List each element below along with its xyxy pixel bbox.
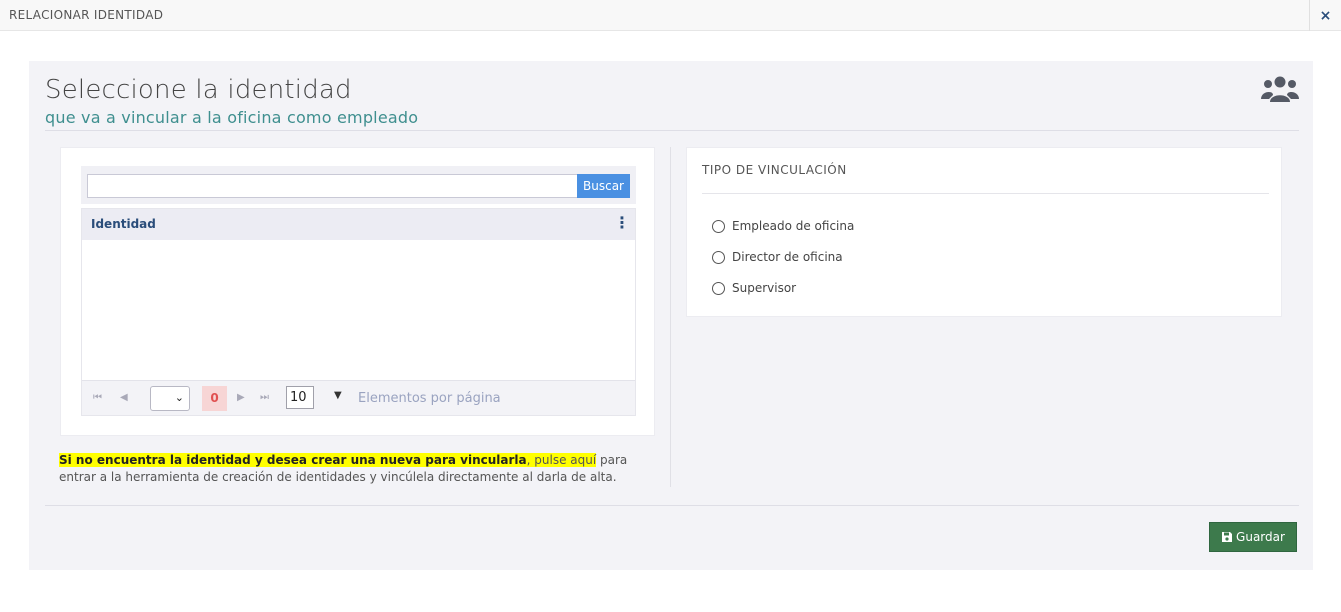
- page-select[interactable]: ⌄: [150, 386, 190, 411]
- search-input[interactable]: [87, 174, 578, 198]
- page-size-value: 10: [286, 386, 314, 409]
- users-icon: [1261, 76, 1299, 102]
- kebab-icon[interactable]: ⋮: [614, 215, 630, 233]
- first-page-icon[interactable]: ⏮: [93, 392, 102, 403]
- radio-circle[interactable]: [712, 250, 725, 264]
- link-type-card: TIPO DE VINCULACIÓN Empleado de oficina …: [686, 147, 1282, 317]
- link-type-divider: [702, 193, 1269, 194]
- footer-divider: [45, 505, 1299, 506]
- dialog-panel: Seleccione la identidad que va a vincula…: [29, 61, 1313, 570]
- save-label: Guardar: [1236, 530, 1285, 544]
- page-subtitle: que va a vincular a la oficina como empl…: [45, 108, 419, 127]
- radio-circle[interactable]: [712, 219, 725, 233]
- radio-circle[interactable]: [712, 281, 725, 295]
- column-divider: [670, 147, 671, 487]
- identity-grid: Identidad ⋮ ⏮ ◀ ⌄ 0 ▶ ⏭ 10 ▼ Elementos p…: [81, 208, 636, 416]
- chevron-down-icon: ⌄: [174, 391, 184, 404]
- page-count-badge: 0: [202, 386, 227, 411]
- close-button[interactable]: ×: [1309, 0, 1341, 31]
- save-icon: [1222, 532, 1233, 542]
- grid-body: [82, 240, 635, 380]
- page-title: Seleccione la identidad: [45, 75, 352, 105]
- note-bold-text: Si no encuentra la identidad y desea cre…: [59, 453, 527, 467]
- pager: ⏮ ◀ ⌄ 0 ▶ ⏭ 10 ▼ Elementos por página: [82, 380, 635, 415]
- radio-empleado-de-oficina[interactable]: Empleado de oficina: [712, 218, 854, 234]
- search-bar: Buscar: [81, 166, 636, 204]
- page-size-select[interactable]: 10 ▼: [286, 386, 354, 411]
- header-divider: [45, 130, 1299, 131]
- radio-supervisor[interactable]: Supervisor: [712, 280, 796, 296]
- last-page-icon[interactable]: ⏭: [260, 392, 269, 403]
- radio-director-de-oficina[interactable]: Director de oficina: [712, 249, 843, 265]
- page-size-label: Elementos por página: [358, 391, 501, 406]
- column-header-identidad[interactable]: Identidad: [91, 217, 156, 231]
- create-identity-note: Si no encuentra la identidad y desea cre…: [59, 452, 649, 486]
- window-title: RELACIONAR IDENTIDAD: [9, 8, 164, 22]
- create-identity-link[interactable]: pulse aquí: [534, 453, 597, 467]
- identity-search-card: Buscar Identidad ⋮ ⏮ ◀ ⌄ 0 ▶ ⏭ 10 ▼ Elem…: [60, 147, 655, 436]
- window-titlebar: RELACIONAR IDENTIDAD ×: [0, 0, 1341, 31]
- radio-label: Director de oficina: [732, 250, 843, 264]
- radio-label: Supervisor: [732, 281, 797, 295]
- save-button[interactable]: Guardar: [1209, 522, 1297, 552]
- grid-header: Identidad ⋮: [82, 209, 635, 240]
- next-page-icon[interactable]: ▶: [237, 392, 245, 403]
- search-button[interactable]: Buscar: [577, 174, 630, 198]
- prev-page-icon[interactable]: ◀: [120, 392, 128, 403]
- caret-down-icon: ▼: [334, 390, 342, 401]
- link-type-title: TIPO DE VINCULACIÓN: [702, 163, 847, 177]
- radio-label: Empleado de oficina: [732, 219, 855, 233]
- close-icon: ×: [1319, 7, 1332, 24]
